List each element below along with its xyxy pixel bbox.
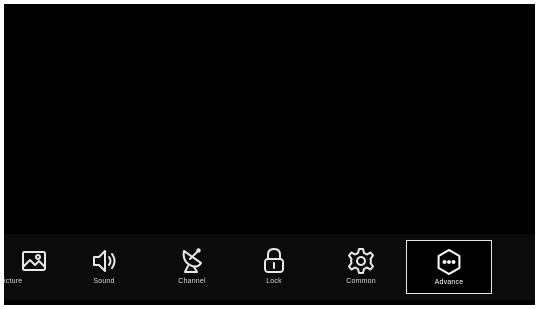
picture-icon [20,246,50,276]
menu-item-label: Advance [434,279,464,286]
menu-item-label: Sound [93,278,115,285]
speaker-icon [89,246,119,276]
satellite-dish-icon [177,246,207,276]
gear-icon [346,246,376,276]
tv-screen: icture Sound Channel Lock Common Advance [4,4,535,305]
menu-item-lock[interactable]: Lock [231,240,317,294]
menu-item-common[interactable]: Common [318,240,404,294]
menu-item-label: icture [4,278,23,285]
lock-icon [259,246,289,276]
menu-item-label: Channel [178,278,206,285]
menu-item-label: Common [346,278,376,285]
menu-item-label: Lock [266,278,282,285]
more-options-icon [434,247,464,277]
menu-item-channel[interactable]: Channel [149,240,235,294]
settings-menu-bar: icture Sound Channel Lock Common Advance [4,234,535,300]
menu-item-sound[interactable]: Sound [61,240,147,294]
menu-item-advance[interactable]: Advance [406,240,492,294]
menu-item-picture[interactable]: icture [4,240,50,294]
